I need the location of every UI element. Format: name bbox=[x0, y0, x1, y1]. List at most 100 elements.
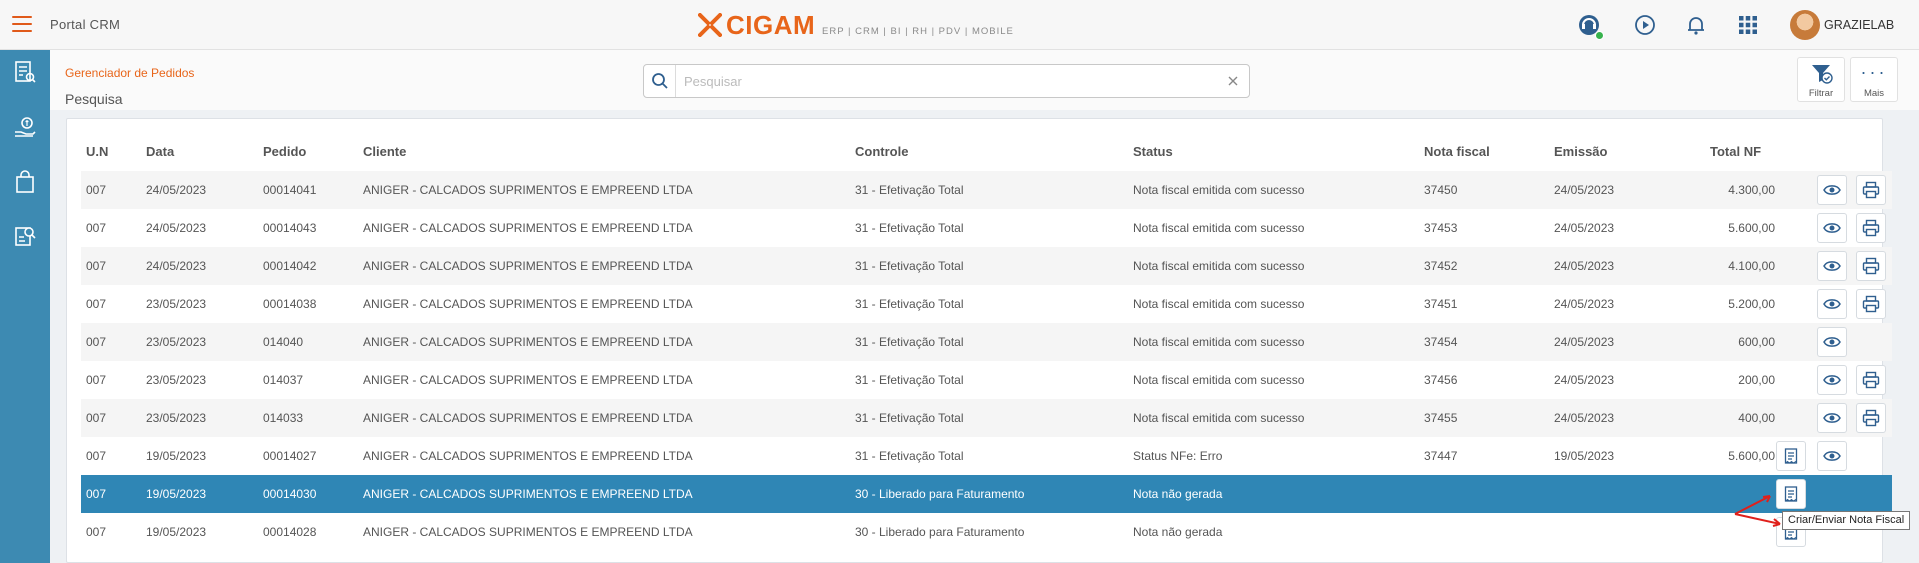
view-button[interactable] bbox=[1817, 175, 1847, 205]
document-search-icon[interactable] bbox=[13, 224, 37, 248]
cell-emissao: 24/05/2023 bbox=[1554, 221, 1615, 235]
filter-icon bbox=[1812, 65, 1833, 84]
breadcrumb[interactable]: Gerenciador de Pedidos bbox=[65, 66, 194, 80]
more-label: Mais bbox=[1863, 88, 1885, 99]
col-header-data[interactable]: Data bbox=[146, 144, 174, 159]
table-row[interactable]: 007 24/05/2023 00014043 ANIGER - CALCADOS S… bbox=[81, 209, 1892, 247]
print-button[interactable] bbox=[1856, 213, 1886, 243]
search-input[interactable] bbox=[684, 71, 1204, 91]
cell-data: 24/05/2023 bbox=[146, 259, 207, 273]
table-row[interactable]: 007 19/05/2023 00014027 ANIGER - CALCADOS S… bbox=[81, 437, 1892, 475]
eye-icon bbox=[1823, 451, 1841, 461]
username[interactable]: GRAZIELAB bbox=[1824, 18, 1894, 32]
table-row[interactable]: 007 19/05/2023 00014028 ANIGER - CALCADOS S… bbox=[81, 513, 1892, 551]
table-row[interactable]: 007 23/05/2023 00014038 ANIGER - CALCADOS S… bbox=[81, 285, 1892, 323]
apps-grid-icon[interactable] bbox=[1735, 12, 1761, 38]
eye-icon bbox=[1823, 261, 1841, 271]
table-row[interactable]: 007 19/05/2023 00014030 ANIGER - CALCADOS S… bbox=[81, 475, 1892, 513]
bell-icon[interactable] bbox=[1683, 12, 1709, 38]
cell-un: 007 bbox=[86, 487, 107, 501]
col-header-total-nf[interactable]: Total NF bbox=[1710, 144, 1761, 159]
cell-cliente: ANIGER - CALCADOS SUPRIMENTOS E EMPREEND… bbox=[363, 183, 693, 197]
cell-data: 23/05/2023 bbox=[146, 335, 207, 349]
cell-status: Nota fiscal emitida com sucesso bbox=[1133, 335, 1305, 349]
cigam-logo: CIGAM bbox=[698, 11, 815, 39]
table-row[interactable]: 007 23/05/2023 014040 ANIGER - CALCADOS SUP… bbox=[81, 323, 1892, 361]
cell-emissao: 24/05/2023 bbox=[1554, 335, 1615, 349]
shopping-bag-icon[interactable] bbox=[13, 170, 37, 194]
cell-total: 4.100,00 bbox=[1728, 259, 1775, 273]
col-header-emissao[interactable]: Emissão bbox=[1554, 144, 1607, 159]
cell-data: 19/05/2023 bbox=[146, 449, 207, 463]
cell-status: Nota fiscal emitida com sucesso bbox=[1133, 221, 1305, 235]
create-invoice-button[interactable] bbox=[1776, 479, 1806, 509]
avatar[interactable] bbox=[1790, 10, 1820, 40]
col-header-status[interactable]: Status bbox=[1133, 144, 1173, 159]
print-button[interactable] bbox=[1856, 365, 1886, 395]
view-button[interactable] bbox=[1817, 251, 1847, 281]
cell-total: 200,00 bbox=[1738, 373, 1775, 387]
cell-emissao: 24/05/2023 bbox=[1554, 373, 1615, 387]
table-row[interactable]: 007 23/05/2023 014037 ANIGER - CALCADOS SUP… bbox=[81, 361, 1892, 399]
cell-pedido: 00014030 bbox=[263, 487, 317, 501]
col-header-nota-fiscal[interactable]: Nota fiscal bbox=[1424, 144, 1490, 159]
print-button[interactable] bbox=[1856, 251, 1886, 281]
col-header-un[interactable]: U.N bbox=[86, 144, 108, 159]
more-dots-icon: ··· bbox=[1860, 62, 1888, 82]
col-header-cliente[interactable]: Cliente bbox=[363, 144, 406, 159]
eye-icon bbox=[1823, 299, 1841, 309]
cell-nota: 37454 bbox=[1424, 335, 1458, 349]
sidebar bbox=[0, 50, 50, 563]
more-button[interactable]: ··· Mais bbox=[1850, 57, 1898, 102]
cell-status: Nota fiscal emitida com sucesso bbox=[1133, 411, 1305, 425]
create-invoice-button[interactable] bbox=[1776, 441, 1806, 471]
support-chat-icon[interactable] bbox=[1576, 12, 1604, 40]
cell-pedido: 00014028 bbox=[263, 525, 317, 539]
cigam-logo-mark-icon bbox=[698, 13, 722, 37]
cell-cliente: ANIGER - CALCADOS SUPRIMENTOS E EMPREEND… bbox=[363, 487, 693, 501]
cell-pedido: 00014038 bbox=[263, 297, 317, 311]
view-button[interactable] bbox=[1817, 365, 1847, 395]
close-icon[interactable] bbox=[1225, 73, 1241, 89]
view-button[interactable] bbox=[1817, 327, 1847, 357]
cell-cliente: ANIGER - CALCADOS SUPRIMENTOS E EMPREEND… bbox=[363, 335, 693, 349]
eye-icon bbox=[1823, 337, 1841, 347]
cell-pedido: 014037 bbox=[263, 373, 304, 387]
menu-icon[interactable] bbox=[12, 16, 32, 32]
view-button[interactable] bbox=[1817, 441, 1847, 471]
play-icon[interactable] bbox=[1632, 12, 1658, 38]
cell-status: Nota não gerada bbox=[1133, 525, 1223, 539]
cell-nota: 37456 bbox=[1424, 373, 1458, 387]
view-button[interactable] bbox=[1817, 403, 1847, 433]
table-row[interactable]: 007 24/05/2023 00014042 ANIGER - CALCADOS S… bbox=[81, 247, 1892, 285]
cell-un: 007 bbox=[86, 259, 107, 273]
cell-controle: 30 - Liberado para Faturamento bbox=[855, 487, 1025, 501]
col-header-controle[interactable]: Controle bbox=[855, 144, 908, 159]
table-row[interactable]: 007 24/05/2023 00014041 ANIGER - CALCADOS S… bbox=[81, 171, 1892, 209]
cell-un: 007 bbox=[86, 411, 107, 425]
print-button[interactable] bbox=[1856, 403, 1886, 433]
print-button[interactable] bbox=[1856, 289, 1886, 319]
view-button[interactable] bbox=[1817, 213, 1847, 243]
cell-cliente: ANIGER - CALCADOS SUPRIMENTOS E EMPREEND… bbox=[363, 449, 693, 463]
cell-emissao: 24/05/2023 bbox=[1554, 411, 1615, 425]
cell-controle: 31 - Efetivação Total bbox=[855, 183, 964, 197]
report-list-icon[interactable] bbox=[13, 60, 37, 84]
cell-pedido: 00014043 bbox=[263, 221, 317, 235]
cell-nota: 37453 bbox=[1424, 221, 1458, 235]
cell-controle: 31 - Efetivação Total bbox=[855, 335, 964, 349]
col-header-pedido[interactable]: Pedido bbox=[263, 144, 306, 159]
view-button[interactable] bbox=[1817, 289, 1847, 319]
cell-cliente: ANIGER - CALCADOS SUPRIMENTOS E EMPREEND… bbox=[363, 411, 693, 425]
search-icon[interactable] bbox=[644, 65, 676, 97]
table-row[interactable]: 007 23/05/2023 014033 ANIGER - CALCADOS SUP… bbox=[81, 399, 1892, 437]
cell-cliente: ANIGER - CALCADOS SUPRIMENTOS E EMPREEND… bbox=[363, 221, 693, 235]
cell-total: 5.200,00 bbox=[1728, 297, 1775, 311]
cell-cliente: ANIGER - CALCADOS SUPRIMENTOS E EMPREEND… bbox=[363, 373, 693, 387]
filter-button[interactable]: Filtrar bbox=[1797, 57, 1845, 102]
print-button[interactable] bbox=[1856, 175, 1886, 205]
cell-emissao: 24/05/2023 bbox=[1554, 259, 1615, 273]
online-status-dot bbox=[1595, 31, 1604, 40]
money-hand-icon[interactable] bbox=[13, 116, 37, 140]
page-title: Pesquisa bbox=[65, 91, 123, 107]
